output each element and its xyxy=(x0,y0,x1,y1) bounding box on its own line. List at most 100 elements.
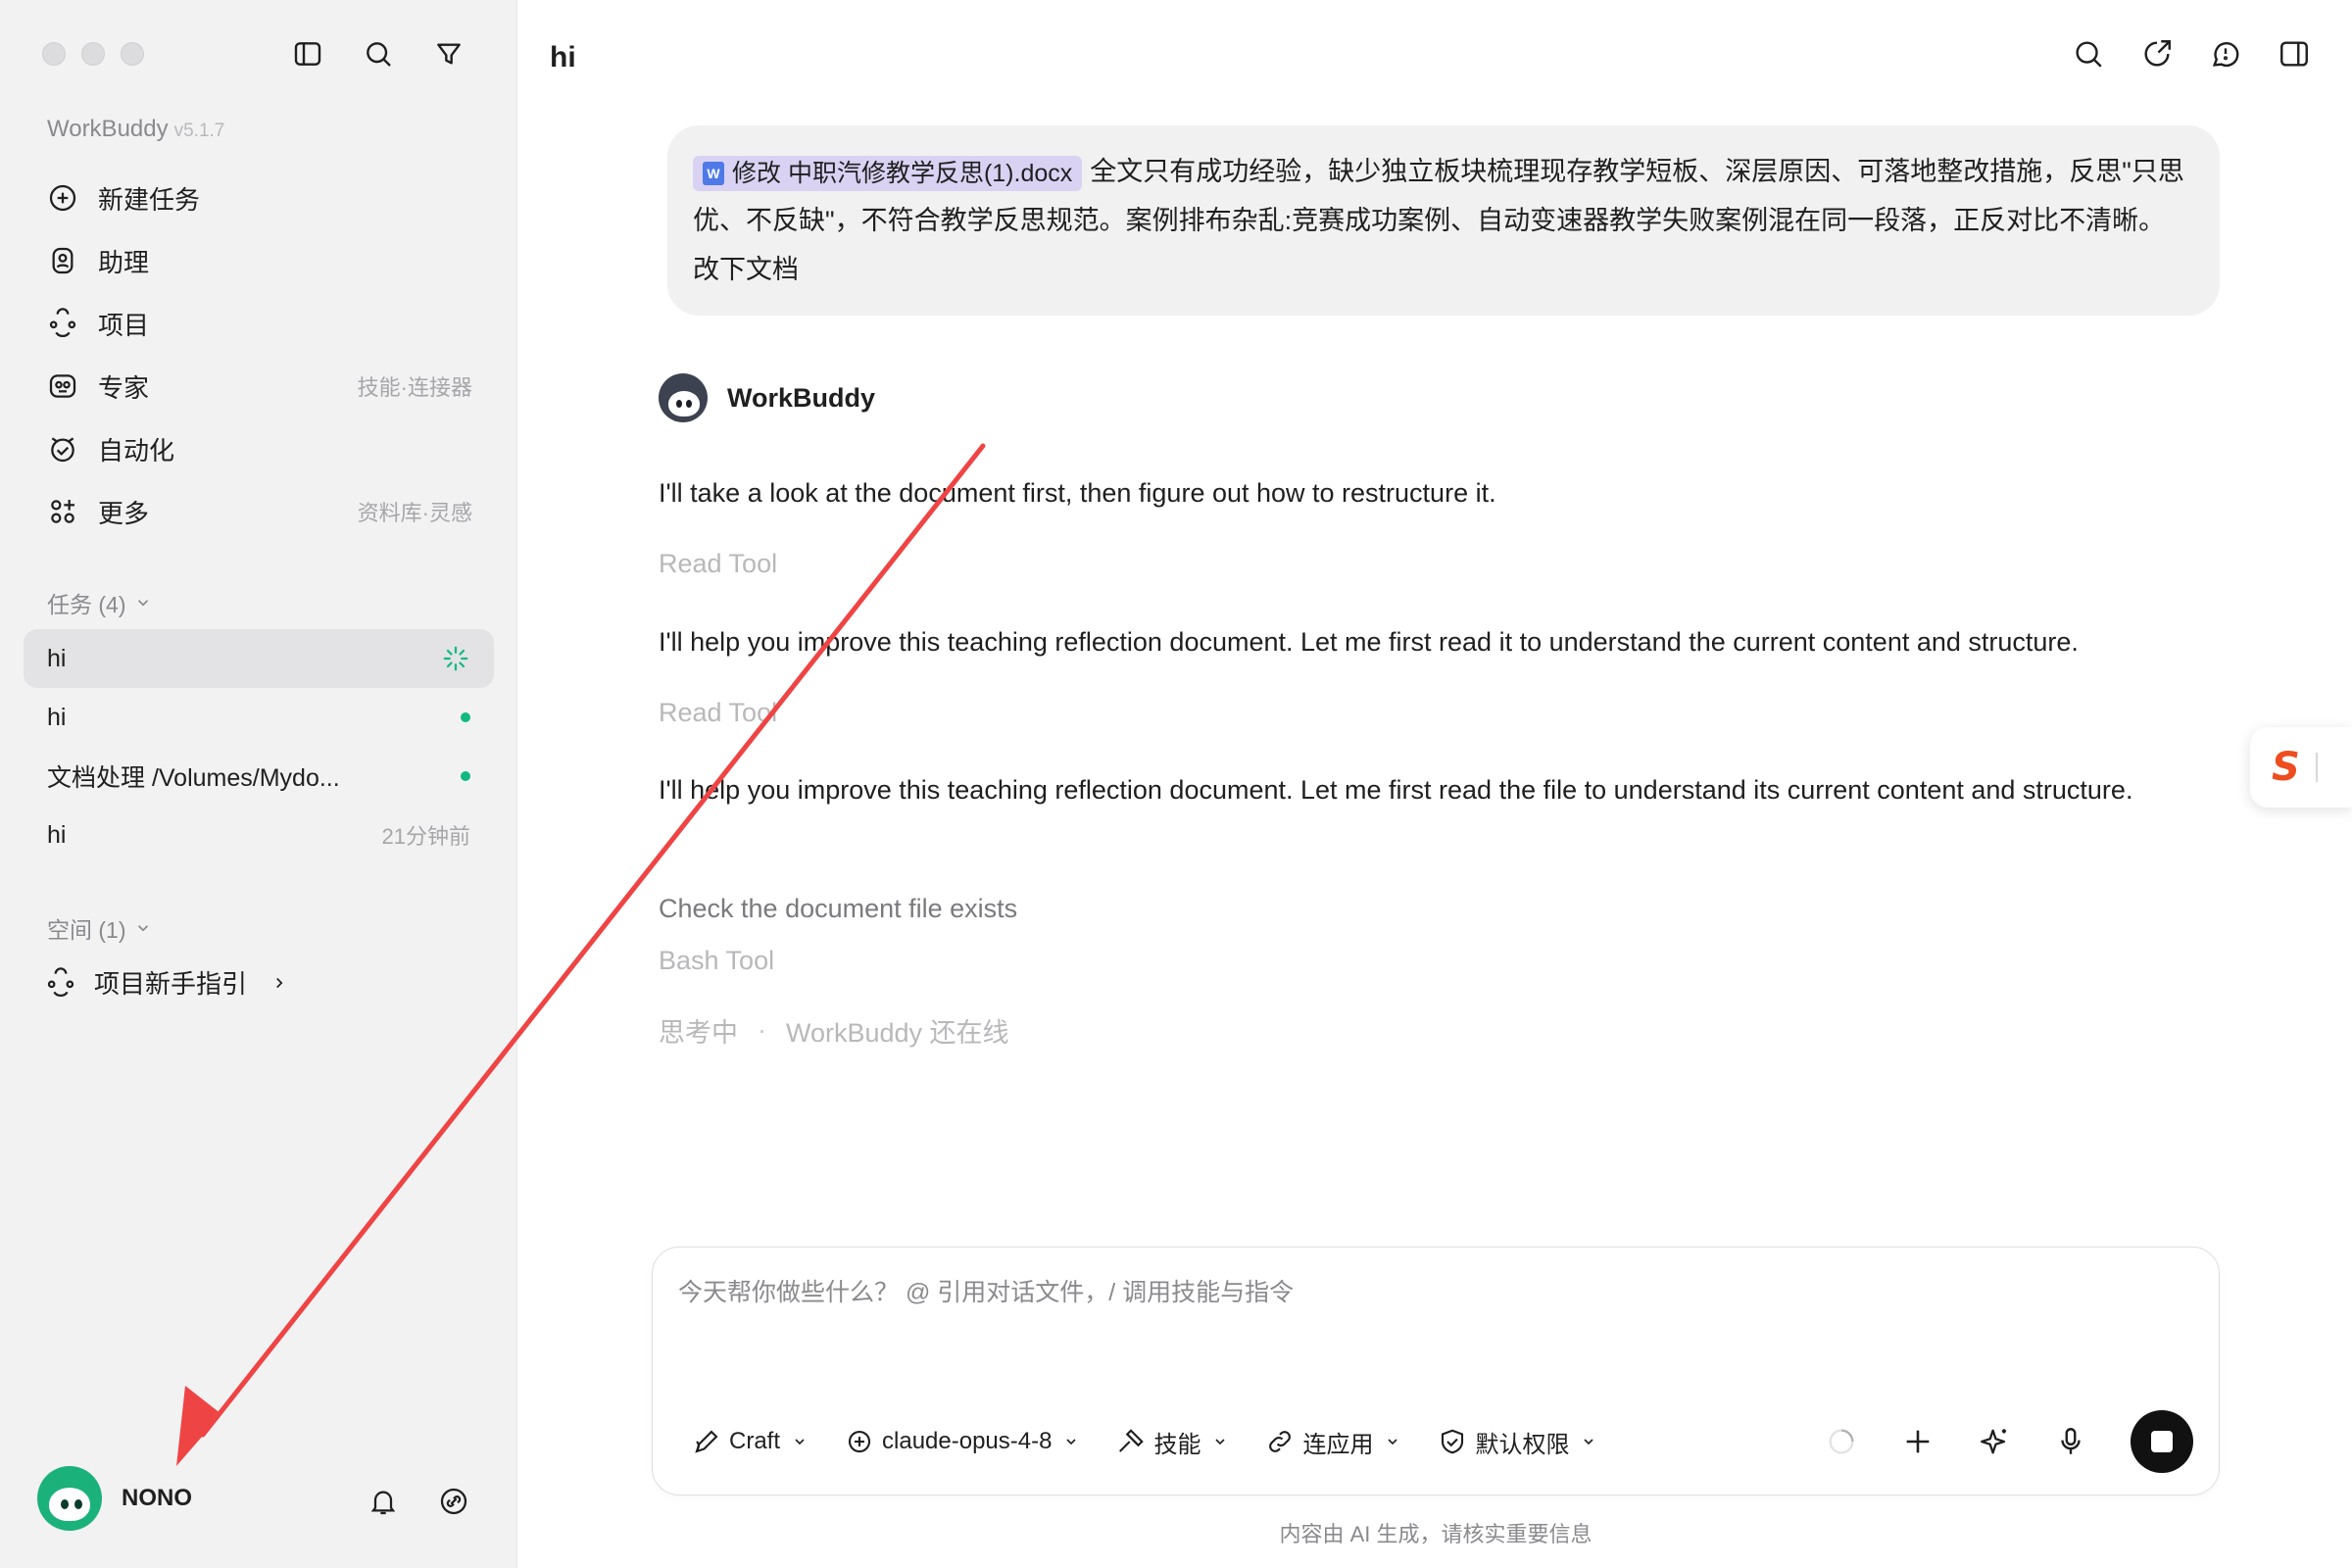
window-controls xyxy=(42,42,144,66)
microphone-icon[interactable] xyxy=(2054,1425,2087,1458)
tool-call[interactable]: Read Tool xyxy=(659,549,777,579)
project-icon xyxy=(45,306,80,341)
page-title: hi xyxy=(550,41,576,74)
share-icon[interactable] xyxy=(2140,37,2174,71)
avatar xyxy=(37,1466,102,1531)
shield-check-icon xyxy=(1442,1429,1464,1454)
attachment-name: 修改 中职汽修教学反思(1).docx xyxy=(732,160,1073,187)
alarm-clock-icon xyxy=(45,431,80,466)
add-icon[interactable] xyxy=(1901,1425,1935,1458)
bell-icon[interactable] xyxy=(368,1486,399,1517)
assistant-message: WorkBuddy I'll take a look at the docume… xyxy=(659,372,2246,1048)
thinking-status: 思考中 · WorkBuddy 还在线 xyxy=(659,1011,1009,1050)
minimize-window-button[interactable] xyxy=(81,42,105,66)
search-icon[interactable] xyxy=(2072,37,2105,71)
search-icon[interactable] xyxy=(362,37,395,71)
step-label[interactable]: Check the document file exists xyxy=(659,894,1017,924)
tasks-header-label: 任务 (4) xyxy=(47,592,126,617)
stop-button[interactable] xyxy=(2131,1410,2193,1473)
skills-label: 技能 xyxy=(1153,1431,1201,1458)
user-actions xyxy=(368,1486,469,1517)
nav-label: 自动化 xyxy=(98,435,175,466)
skills-icon xyxy=(1119,1429,1145,1452)
model-selector[interactable]: claude-opus-4-8 xyxy=(845,1427,1079,1456)
tasks-section-header[interactable]: 任务 (4) xyxy=(47,586,152,619)
attachment-chip[interactable]: W 修改 中职汽修教学反思(1).docx xyxy=(693,156,1083,191)
nav-automation[interactable]: 自动化 xyxy=(24,417,494,480)
apps-selector[interactable]: 连应用 xyxy=(1265,1425,1400,1459)
panel-toggle-icon[interactable] xyxy=(2278,37,2311,71)
task-label: hi xyxy=(47,644,67,672)
history-icon[interactable] xyxy=(2209,37,2242,71)
nav-label: 更多 xyxy=(98,498,150,528)
spaces-header-label: 空间 (1) xyxy=(47,917,126,943)
close-window-button[interactable] xyxy=(42,42,66,66)
chevron-down-icon xyxy=(1066,1439,1077,1446)
running-spinner-icon xyxy=(443,646,468,671)
sidebar-nav: 新建任务 助理 项目 专家 技能·连接器 自动化 更多 资料库·灵感 xyxy=(24,167,494,543)
nav-assistant[interactable]: 助理 xyxy=(24,229,494,292)
nav-new-task[interactable]: 新建任务 xyxy=(24,167,494,229)
nav-more[interactable]: 更多 资料库·灵感 xyxy=(24,480,494,543)
sogou-logo-icon: S xyxy=(2272,745,2300,790)
plus-circle-icon xyxy=(848,1430,871,1453)
grid-plus-icon xyxy=(45,494,80,529)
nav-hint: 技能·连接器 xyxy=(357,375,472,400)
nav-label: 助理 xyxy=(98,247,150,277)
chevron-down-icon xyxy=(1388,1439,1398,1446)
assistant-avatar xyxy=(659,373,708,422)
task-item[interactable]: hi 21分钟前 xyxy=(24,806,494,864)
task-item[interactable]: hi xyxy=(24,688,494,747)
sparkle-icon[interactable] xyxy=(1978,1425,2011,1458)
expert-icon xyxy=(45,368,80,404)
chevron-down-icon xyxy=(1584,1439,1594,1446)
main-toolbar xyxy=(2072,37,2311,71)
message-input[interactable]: 今天帮你做些什么？ @ 引用对话文件，/ 调用技能与指令 xyxy=(678,1273,1294,1308)
space-label: 项目新手指引 xyxy=(94,969,248,999)
user-profile[interactable]: NONO xyxy=(37,1466,192,1531)
status-dot xyxy=(461,771,470,781)
nav-label: 新建任务 xyxy=(98,184,201,215)
task-label: 文档处理 /Volumes/Mydo... xyxy=(47,764,340,792)
task-label: hi xyxy=(47,703,67,731)
main-panel: hi W 修改 中职汽修教学反思(1).docx 全文只有成功经验，缺少独立板块梳理… xyxy=(518,0,2352,1568)
space-item[interactable]: 项目新手指引 xyxy=(45,964,288,1001)
mode-label: Craft xyxy=(729,1428,781,1454)
thinking-label: 思考中 xyxy=(659,1018,738,1048)
assistant-name: WorkBuddy xyxy=(727,382,876,413)
model-label: claude-opus-4-8 xyxy=(882,1428,1053,1454)
permission-label: 默认权限 xyxy=(1475,1431,1570,1458)
floating-ime-widget[interactable]: S xyxy=(2250,727,2352,808)
app-brand: WorkBuddy v5.1.7 xyxy=(47,116,224,143)
tool-call[interactable]: Bash Tool xyxy=(659,946,774,976)
sidebar: WorkBuddy v5.1.7 新建任务 助理 项目 专家 技能·连接器 自动化… xyxy=(0,0,517,1568)
skills-selector[interactable]: 技能 xyxy=(1116,1425,1228,1459)
nav-projects[interactable]: 项目 xyxy=(24,292,494,355)
word-file-icon: W xyxy=(703,162,724,185)
task-list: hi hi 文档处理 /Volumes/Mydo... hi 21分钟前 xyxy=(24,629,494,864)
permission-selector[interactable]: 默认权限 xyxy=(1438,1425,1596,1459)
task-item[interactable]: hi xyxy=(24,629,494,688)
toggle-sidebar-icon[interactable] xyxy=(291,37,324,71)
filter-icon[interactable] xyxy=(432,37,466,71)
nav-label: 专家 xyxy=(98,372,150,403)
composer: 今天帮你做些什么？ @ 引用对话文件，/ 调用技能与指令 Craft claud… xyxy=(652,1247,2220,1495)
link-settings-icon[interactable] xyxy=(438,1486,469,1517)
sidebar-toolbar xyxy=(291,37,466,71)
tool-call[interactable]: Read Tool xyxy=(659,698,777,728)
brand-version: v5.1.7 xyxy=(173,121,225,141)
mode-selector[interactable]: Craft xyxy=(692,1427,808,1456)
user-name: NONO xyxy=(122,1485,192,1511)
assistant-text: I'll take a look at the document first, … xyxy=(659,478,1496,508)
zoom-window-button[interactable] xyxy=(121,42,144,66)
task-item[interactable]: 文档处理 /Volumes/Mydo... xyxy=(24,747,494,806)
ai-disclaimer: 内容由 AI 生成，请核实重要信息 xyxy=(1279,1522,1592,1546)
nav-experts[interactable]: 专家 技能·连接器 xyxy=(24,355,494,417)
plus-circle-icon xyxy=(45,180,80,216)
chevron-down-icon xyxy=(1215,1439,1226,1446)
divider xyxy=(2315,753,2318,782)
assistant-text: I'll help you improve this teaching refl… xyxy=(659,775,2133,805)
spaces-section-header[interactable]: 空间 (1) xyxy=(47,911,152,945)
composer-toolbar: Craft claude-opus-4-8 技能 连应用 默认权限 xyxy=(692,1410,2193,1473)
link-icon xyxy=(1269,1431,1292,1452)
